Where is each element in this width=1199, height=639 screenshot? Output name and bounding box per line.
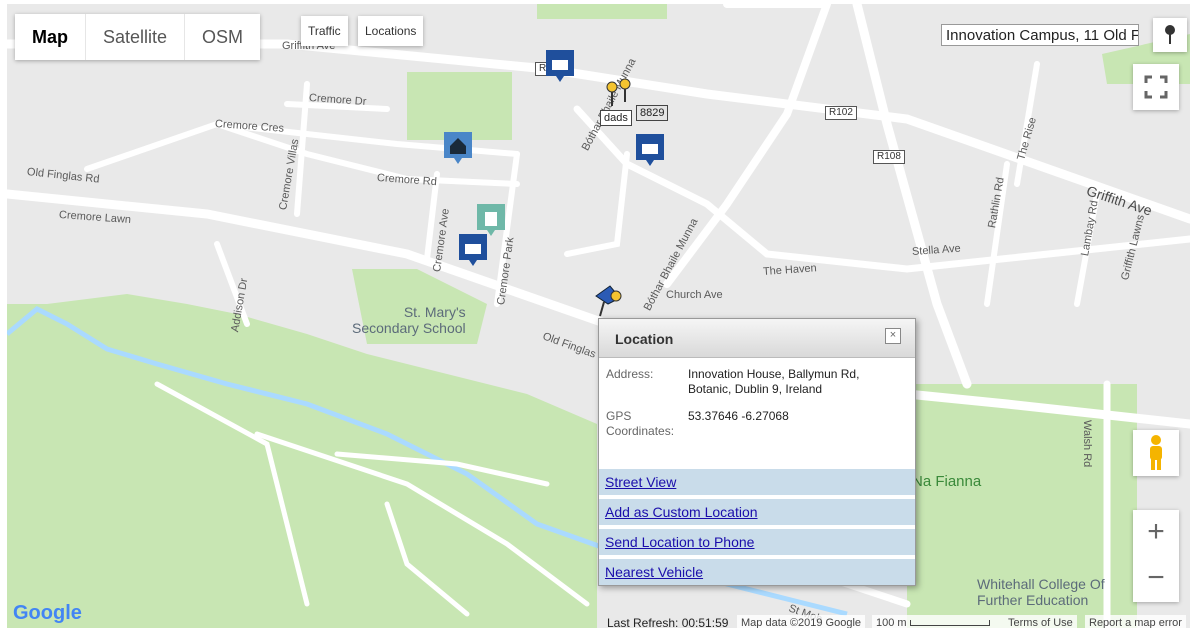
scale-line <box>909 620 990 627</box>
send-to-phone-link[interactable]: Send Location to Phone <box>599 527 915 555</box>
map-data: Map data ©2019 Google <box>737 615 866 628</box>
map-type-control: Map Satellite OSM <box>15 14 261 60</box>
last-refresh: Last Refresh: 00:51:59 <box>607 616 729 628</box>
custom-location-link-text[interactable]: Add as Custom Location <box>605 504 758 520</box>
address-line1: Innovation House, Ballymun Rd, <box>688 367 860 381</box>
custom-location-link[interactable]: Add as Custom Location <box>599 497 915 525</box>
close-icon[interactable]: × <box>885 328 901 344</box>
location-search-input[interactable]: Innovation Campus, 11 Old F <box>941 24 1139 46</box>
street-view-link[interactable]: Street View <box>599 467 915 495</box>
zoom-out-button[interactable]: − <box>1133 556 1179 602</box>
road-label: Church Ave <box>666 289 723 301</box>
map-type-satellite[interactable]: Satellite <box>86 14 186 60</box>
pin-button[interactable] <box>1153 18 1187 52</box>
nearest-vehicle-link[interactable]: Nearest Vehicle <box>599 557 915 585</box>
road-shield: R108 <box>873 150 905 164</box>
address-label: Address: <box>606 367 654 381</box>
fullscreen-button[interactable] <box>1133 64 1179 110</box>
gps-label-2: Coordinates: <box>606 424 675 438</box>
marker-tag: 8829 <box>636 105 669 121</box>
poi-st-marys[interactable]: St. Mary's Secondary School <box>352 304 466 336</box>
scale-bar: 100 m <box>872 615 1004 628</box>
factory-marker[interactable] <box>544 48 576 84</box>
popup-header: Location × <box>599 319 915 358</box>
location-popup: Location × Address: Innovation House, Ba… <box>598 318 916 586</box>
popup-title: Location <box>615 331 674 347</box>
fullscreen-icon <box>1144 75 1168 99</box>
locations-button[interactable]: Locations <box>358 16 424 46</box>
park-top <box>537 4 667 19</box>
pin-marker-pair[interactable] <box>605 78 635 108</box>
poi-whitehall[interactable]: Whitehall College Of Further Education <box>977 576 1105 608</box>
street-view-pegman[interactable] <box>1133 430 1179 476</box>
send-to-phone-link-text[interactable]: Send Location to Phone <box>605 534 754 550</box>
google-logo: Google <box>13 602 82 624</box>
factory-marker[interactable] <box>634 132 666 168</box>
marker-tag: dads <box>600 110 632 126</box>
gps-label: GPS <box>606 409 632 423</box>
terms-link[interactable]: Terms of Use <box>1004 615 1077 628</box>
shop-marker[interactable] <box>475 202 507 238</box>
road-label: Walsh Rd <box>1081 420 1093 468</box>
nearest-vehicle-link-text[interactable]: Nearest Vehicle <box>605 564 703 580</box>
gps-value: 53.37646 -6.27068 <box>688 409 789 423</box>
map-type-map[interactable]: Map <box>15 14 86 60</box>
address-line2: Botanic, Dublin 9, Ireland <box>688 382 823 396</box>
poi-na-fianna[interactable]: Na Fianna <box>912 474 981 490</box>
street-view-link-text[interactable]: Street View <box>605 474 676 490</box>
map-canvas[interactable]: Griffith Ave Cremore Dr Cremore Cres Cre… <box>7 4 1190 628</box>
pushpin-marker[interactable] <box>592 282 628 318</box>
traffic-button[interactable]: Traffic <box>301 16 348 46</box>
home-marker[interactable] <box>442 130 474 166</box>
map-pin-icon <box>1165 25 1175 44</box>
pegman-icon <box>1150 435 1162 470</box>
zoom-control: + − <box>1133 510 1179 602</box>
scale-label: 100 m <box>876 617 907 628</box>
road-shield: R102 <box>825 106 857 120</box>
zoom-in-button[interactable]: + <box>1133 510 1179 556</box>
map-type-osm[interactable]: OSM <box>185 14 260 60</box>
report-error-link[interactable]: Report a map error <box>1085 615 1186 628</box>
